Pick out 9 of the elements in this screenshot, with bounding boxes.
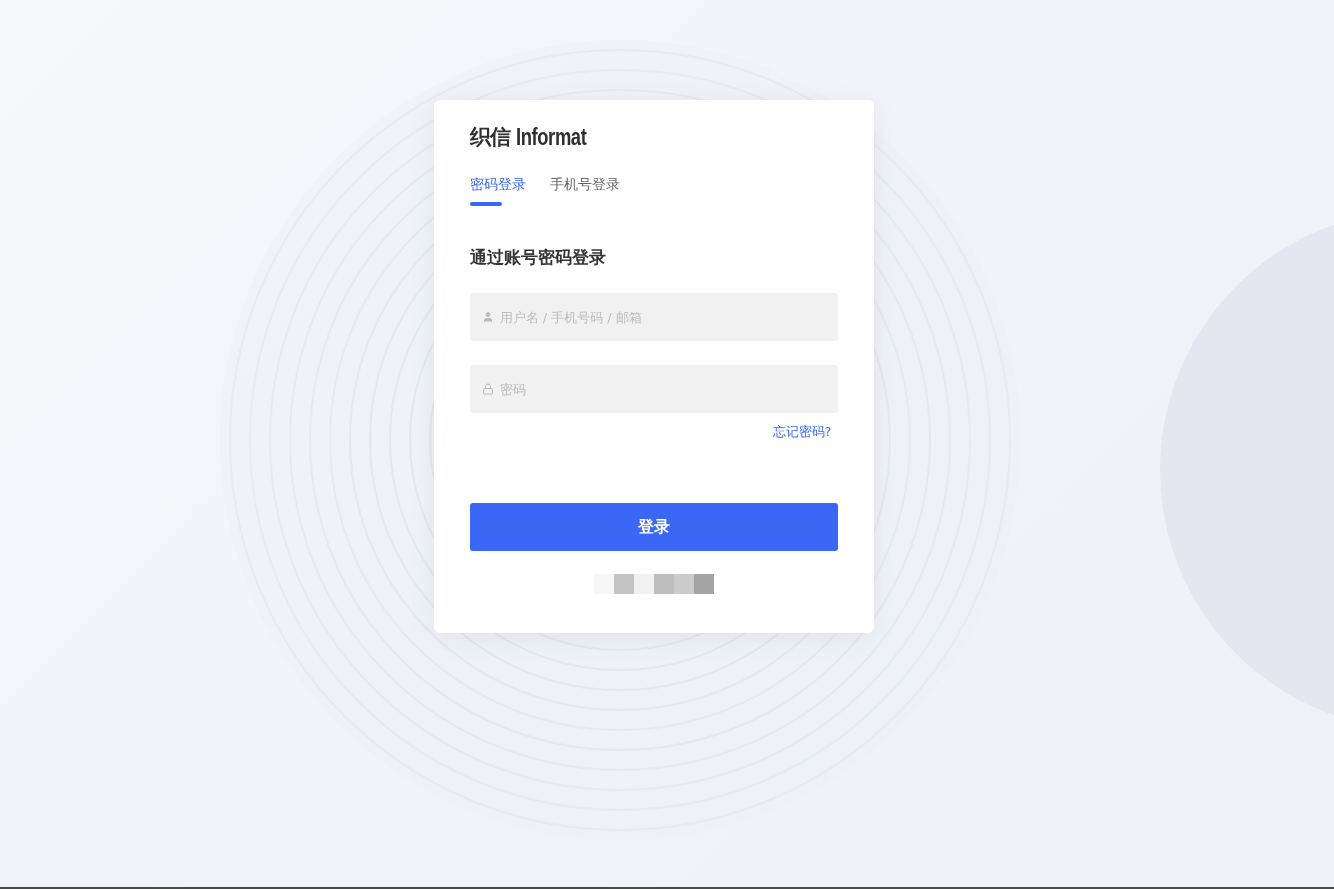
forgot-password-link[interactable]: 忘记密码? bbox=[772, 423, 832, 441]
logo-mark: 织信 bbox=[469, 124, 510, 151]
form-heading: 通过账号密码登录 bbox=[469, 246, 607, 269]
user-icon bbox=[481, 311, 494, 323]
login-button[interactable]: 登录 bbox=[469, 503, 838, 551]
lock-icon bbox=[481, 383, 494, 395]
login-tab[interactable]: 手机号登录 bbox=[549, 172, 620, 206]
login-tab[interactable]: 密码登录 bbox=[469, 172, 526, 206]
logo-name: Informat bbox=[515, 123, 586, 151]
